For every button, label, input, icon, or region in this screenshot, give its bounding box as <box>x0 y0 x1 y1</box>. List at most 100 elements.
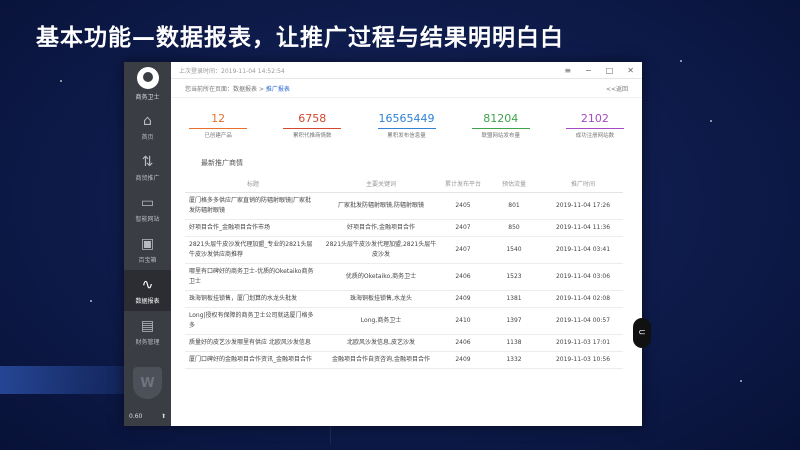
breadcrumb-prefix: 您当前所在页面： <box>185 85 234 93</box>
back-link[interactable]: <<返回 <box>606 84 628 93</box>
sidebar-item-label: 财务管理 <box>135 338 160 346</box>
table-cell: 北欧风沙发信息,皮艺沙发 <box>321 334 441 352</box>
table-row[interactable]: 好项目合作_金融项目合作市场 好项目合作,金融项目合作 2407 850 2019-11… <box>185 219 623 237</box>
table-cell: 2407 <box>441 219 485 237</box>
table-cell: 850 <box>485 219 543 237</box>
stat-label: 联盟网站发布量 <box>471 127 530 139</box>
section-title: 最新推广商情 <box>201 159 243 167</box>
titlebar: 上次登录时间：2019-11-04 14:52:54 ≡ − □ ✕ <box>171 62 642 79</box>
sidebar-item-label: 商贸推广 <box>135 174 160 182</box>
sidebar-item-0[interactable]: ⌂ 首页 <box>124 106 171 147</box>
column-header: 标题 <box>185 176 321 193</box>
maximize-icon[interactable]: □ <box>606 66 614 75</box>
brand-label: 商务卫士 <box>135 94 160 101</box>
table-cell: 厂家批发防辐射眼镜,防辐射眼镜 <box>321 192 441 220</box>
breadcrumb-current: 推广报表 <box>265 85 290 93</box>
table-cell: 2406 <box>441 334 485 352</box>
sidebar-item-4[interactable]: ∿ 数据报表 <box>124 270 171 311</box>
breadcrumb: 您当前所在页面：数据报表 > 推广报表 <<返回 <box>171 79 642 98</box>
highlight-band <box>0 366 124 394</box>
table-cell: 优质的Oketaiko,商务卫士 <box>321 263 441 291</box>
upload-icon[interactable]: ⬆ <box>161 413 166 420</box>
table-cell: 珠海铜板挂锁售,水龙头 <box>321 290 441 308</box>
table-cell: 珠海铜板挂锁售，厦门划算的水龙头批发 <box>185 290 321 308</box>
column-header: 预估流量 <box>485 176 543 193</box>
stat-label: 累积代推商情数 <box>283 127 342 139</box>
sidebar-item-1[interactable]: ⇅ 商贸推广 <box>124 147 171 188</box>
column-header: 累计发布平台 <box>441 176 485 193</box>
stat-value: 2102 <box>580 111 609 125</box>
breadcrumb-parent[interactable]: 数据报表 <box>233 86 257 93</box>
breadcrumb-separator: > <box>257 85 266 93</box>
table-cell: 801 <box>485 192 543 220</box>
column-header: 主要关键词 <box>321 176 441 193</box>
table-cell: 1523 <box>485 263 543 291</box>
promotion-table: 标题 主要关键词 累计发布平台 预估流量 推广时间 厦门格多多供应厂家直销的防辐射眼镜|… <box>185 176 623 369</box>
table-cell: 1381 <box>485 290 543 308</box>
table-cell: 2019-11-04 00:57 <box>543 307 623 335</box>
sidebar-item-3[interactable]: ▣ 百宝箱 <box>124 229 171 270</box>
table-cell: 2405 <box>441 192 485 220</box>
table-cell: 1540 <box>485 236 543 264</box>
stat-value: 12 <box>211 111 226 125</box>
table-row[interactable]: 质量好的皮艺沙发哪里有供应 北欧风沙发信息 北欧风沙发信息,皮艺沙发 2406 113… <box>185 334 623 352</box>
last-login-time: 上次登录时间：2019-11-04 14:52:54 <box>179 67 285 75</box>
sidebar-item-2[interactable]: ▭ 智能网站 <box>124 188 171 229</box>
table-cell: 好项目合作_金融项目合作市场 <box>185 219 321 237</box>
chart-icon: ∿ <box>141 276 154 293</box>
table-cell: 1138 <box>485 334 543 352</box>
stat-card[interactable]: 2102 成功注册网站数 <box>548 102 642 148</box>
sidebar-item-label: 数据报表 <box>135 297 160 305</box>
minimize-icon[interactable]: − <box>585 66 592 75</box>
stat-label: 成功注册网站数 <box>565 127 624 139</box>
app-window: 商务卫士 ⌂ 首页 ⇅ 商贸推广 ▭ 智能网站 ▣ 百宝箱 ∿ 数据报表 ▤ 财务管理 W 0.60 … <box>124 62 642 426</box>
stat-card[interactable]: 16565449 累积发布信息量 <box>359 102 453 148</box>
table-cell: 2821头层牛皮沙发代理加盟_专业的2821头层牛皮沙发供应商推荐 <box>185 236 321 264</box>
finance-icon: ▤ <box>140 317 155 334</box>
side-float-button[interactable]: ⊂ <box>633 318 651 348</box>
table-cell: 2019-11-04 17:26 <box>543 192 623 220</box>
stat-card[interactable]: 6758 累积代推商情数 <box>265 102 359 148</box>
table-cell: 2019-11-04 03:41 <box>543 236 623 264</box>
sidebar-item-label: 智能网站 <box>135 215 160 223</box>
table-cell: 质量好的皮艺沙发哪里有供应 北欧风沙发信息 <box>185 334 321 352</box>
table-cell: Long|授权有保障的商务卫士公司就选厦门格多多 <box>185 307 321 335</box>
table-cell: 厦门格多多供应厂家直销的防辐射眼镜|厂家批发防辐射眼镜 <box>185 192 321 220</box>
menu-icon[interactable]: ≡ <box>564 66 571 75</box>
table-cell: 1332 <box>485 351 543 369</box>
table-cell: 2019-11-04 11:36 <box>543 219 623 237</box>
stat-label: 累积发布信息量 <box>377 127 436 139</box>
stat-card[interactable]: 81204 联盟网站发布量 <box>454 102 548 148</box>
table-cell: 2019-11-03 17:01 <box>543 334 623 352</box>
table-row[interactable]: 珠海铜板挂锁售，厦门划算的水龙头批发 珠海铜板挂锁售,水龙头 2409 1381 201… <box>185 290 623 308</box>
table-cell: 2410 <box>441 307 485 335</box>
table-row[interactable]: 哪里有口碑好的商务卫士-优质的Oketaiko商务卫士 优质的Oketaiko,商… <box>185 263 623 291</box>
table-row[interactable]: 厦门格多多供应厂家直销的防辐射眼镜|厂家批发防辐射眼镜 厂家批发防辐射眼镜,防辐射… <box>185 192 623 220</box>
sidebar: 商务卫士 ⌂ 首页 ⇅ 商贸推广 ▭ 智能网站 ▣ 百宝箱 ∿ 数据报表 ▤ 财务管理 W 0.60 … <box>124 62 171 426</box>
table-row[interactable]: Long|授权有保障的商务卫士公司就选厦门格多多 Long,商务卫士 2410 139… <box>185 307 623 335</box>
column-header: 推广时间 <box>543 176 623 193</box>
main-panel: 上次登录时间：2019-11-04 14:52:54 ≡ − □ ✕ 您当前所在… <box>171 62 642 426</box>
version-label: 0.60 <box>129 412 143 420</box>
table-cell: 厦门口碑好的金融项目合作资讯_金融项目合作 <box>185 351 321 369</box>
stat-label: 已创建产品 <box>189 127 248 139</box>
table-cell: 1397 <box>485 307 543 335</box>
stats-row: 12 已创建产品 6758 累积代推商情数 16565449 累积发布信息量 81204 联盟… <box>171 102 642 148</box>
home-icon: ⌂ <box>143 112 152 129</box>
table-cell: 2821头层牛皮沙发代理加盟,2821头层牛皮沙发 <box>321 236 441 264</box>
toolbox-icon: ▣ <box>140 235 155 252</box>
stat-card[interactable]: 12 已创建产品 <box>171 102 265 148</box>
sidebar-item-5[interactable]: ▤ 财务管理 <box>124 311 171 352</box>
table-cell: 2409 <box>441 351 485 369</box>
table-cell: 2409 <box>441 290 485 308</box>
table-cell: 好项目合作,金融项目合作 <box>321 219 441 237</box>
logo-icon <box>136 67 159 89</box>
slide-title: 基本功能—数据报表，让推广过程与结果明明白白 <box>36 25 564 51</box>
promotion-icon: ⇅ <box>141 153 154 170</box>
sidebar-item-label: 百宝箱 <box>138 256 157 264</box>
table-row[interactable]: 2821头层牛皮沙发代理加盟_专业的2821头层牛皮沙发供应商推荐 2821头层牛… <box>185 236 623 264</box>
monitor-icon: ▭ <box>140 194 155 211</box>
close-icon[interactable]: ✕ <box>627 66 634 75</box>
table-cell: 2019-11-04 03:06 <box>543 263 623 291</box>
table-row[interactable]: 厦门口碑好的金融项目合作资讯_金融项目合作 金融项目合作自资咨询,金融项目合作 24… <box>185 351 623 369</box>
